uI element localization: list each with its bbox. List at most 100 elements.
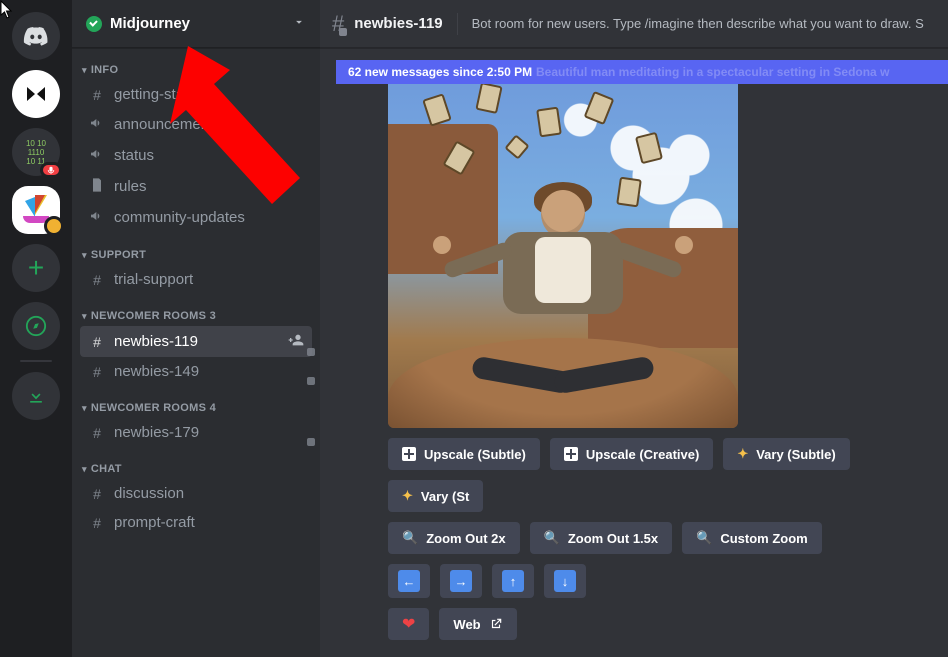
category-header[interactable]: ▾SUPPORT: [80, 233, 312, 265]
download-apps-button[interactable]: [12, 372, 60, 420]
discord-logo-icon: [23, 26, 49, 46]
channel-trial-support[interactable]: #trial-support: [80, 265, 312, 294]
pan-left-button[interactable]: ←: [388, 564, 430, 598]
favorite-button[interactable]: ❤: [388, 608, 429, 640]
channel-discussion[interactable]: #discussion: [80, 479, 312, 508]
vary-st-button[interactable]: ✦ Vary (St: [388, 480, 483, 512]
channel-announcements[interactable]: announcements: [80, 109, 312, 140]
compass-icon: [25, 315, 47, 337]
channel-newbies-179[interactable]: #newbies-179: [80, 418, 312, 447]
action-row-bottom: ❤ Web: [388, 608, 932, 640]
server-rail: 10 10 1110 10 11 +: [0, 0, 72, 657]
create-invite-icon[interactable]: [288, 332, 304, 351]
pan-down-button[interactable]: ↓: [544, 564, 586, 598]
channel-label: getting-started: [114, 86, 304, 103]
grid-icon: [402, 447, 416, 461]
home-server-button[interactable]: [12, 12, 60, 60]
zoom-out-1-5x-button[interactable]: 🔍 Zoom Out 1.5x: [530, 522, 672, 554]
button-label: Upscale (Subtle): [424, 447, 526, 462]
pan-right-button[interactable]: →: [440, 564, 482, 598]
category-label: NEWCOMER ROOMS 4: [91, 402, 216, 414]
new-messages-banner[interactable]: 62 new messages since 2:50 PM Beautiful …: [336, 60, 948, 84]
magnifier-icon: 🔍: [696, 530, 712, 546]
chevron-down-icon: ▾: [82, 403, 87, 414]
hash-icon: #: [88, 486, 106, 502]
external-link-icon: [489, 617, 503, 631]
zoom-out-2x-button[interactable]: 🔍 Zoom Out 2x: [388, 522, 520, 554]
mic-badge-icon: [40, 162, 62, 178]
channel-list[interactable]: ▾INFO#getting-startedannouncementsstatus…: [72, 48, 320, 657]
download-icon: [26, 386, 46, 406]
hash-lock-icon: #: [332, 11, 344, 37]
server-button-1[interactable]: [12, 70, 60, 118]
message-scroll[interactable]: 62 new messages since 2:50 PM Beautiful …: [320, 48, 948, 657]
channel-label: status: [114, 147, 304, 164]
mouse-cursor-icon: [0, 0, 14, 20]
category-header[interactable]: ▾CHAT: [80, 447, 312, 479]
category-label: INFO: [91, 64, 118, 76]
explore-servers-button[interactable]: [12, 302, 60, 350]
server-button-midjourney[interactable]: [12, 186, 60, 234]
arrow-icon: ↓: [554, 570, 576, 592]
channel-title: newbies-119: [354, 15, 442, 32]
custom-zoom-button[interactable]: 🔍Custom Zoom: [682, 522, 822, 554]
rail-separator: [20, 360, 52, 362]
sparkle-icon: ✦: [737, 446, 748, 462]
button-label: Vary (St: [421, 489, 469, 504]
channel-label: community-updates: [114, 209, 304, 226]
channel-newbies-119[interactable]: # newbies-119: [80, 326, 312, 357]
channel-getting-started[interactable]: # getting-started: [80, 80, 312, 109]
action-row-2: 🔍 Zoom Out 2x 🔍 Zoom Out 1.5x 🔍Custom Zoom: [388, 522, 932, 554]
category-label: SUPPORT: [91, 249, 146, 261]
channel-label: newbies-149: [114, 363, 304, 380]
button-label: Zoom Out 2x: [426, 531, 505, 546]
hash-lock-icon: #: [88, 364, 106, 380]
channel-label: newbies-119: [114, 333, 280, 350]
channel-label: prompt-craft: [114, 514, 304, 531]
sparkle-icon: ✦: [402, 488, 413, 504]
channel-rules[interactable]: rules: [80, 171, 312, 202]
channel-topic[interactable]: Bot room for new users. Type /imagine th…: [472, 16, 936, 31]
channel-newbies-149[interactable]: # newbies-149: [80, 357, 312, 386]
action-row-1: Upscale (Subtle) Upscale (Creative) ✦ Vary …: [388, 438, 932, 512]
hash-icon: #: [88, 87, 106, 103]
channel-label: trial-support: [114, 271, 304, 288]
magnifier-icon: 🔍: [544, 530, 560, 546]
channel-label: rules: [114, 178, 304, 195]
channel-prompt-craft[interactable]: #prompt-craft: [80, 508, 312, 537]
sailboat-icon: [21, 195, 51, 225]
channel-header: # newbies-119 Bot room for new users. Ty…: [320, 0, 948, 48]
hash-lock-icon: #: [88, 334, 106, 350]
generated-image[interactable]: [388, 78, 738, 428]
magnifier-icon: 🔍: [402, 530, 418, 546]
chevron-down-icon: ▾: [82, 311, 87, 322]
category-header[interactable]: ▾ NEWCOMER ROOMS 3: [80, 294, 312, 326]
pan-up-button[interactable]: ↑: [492, 564, 534, 598]
web-button[interactable]: Web: [439, 608, 516, 640]
announce-icon: [88, 146, 106, 165]
channel-community-updates[interactable]: community-updates: [80, 202, 312, 233]
category-header[interactable]: ▾ NEWCOMER ROOMS 4: [80, 386, 312, 418]
channel-sidebar: Midjourney ▾INFO#getting-startedannounce…: [72, 0, 320, 657]
server-button-2[interactable]: 10 10 1110 10 11: [12, 128, 60, 176]
bowtie-icon: [24, 82, 48, 106]
button-label: Zoom Out 1.5x: [568, 531, 658, 546]
category-label: NEWCOMER ROOMS 3: [91, 310, 216, 322]
upscale-subtle--button[interactable]: Upscale (Subtle): [388, 438, 540, 470]
server-header[interactable]: Midjourney: [72, 0, 320, 48]
new-messages-text: 62 new messages since 2:50 PM: [348, 65, 532, 79]
header-divider: [457, 13, 458, 35]
button-label: Vary (Subtle): [756, 447, 835, 462]
binary-text: 10 10 1110 10 11: [26, 139, 46, 166]
vary-subtle--button[interactable]: ✦ Vary (Subtle): [723, 438, 849, 470]
chevron-down-icon: ▾: [82, 464, 87, 475]
ghost-prompt-text: Beautiful man meditating in a spectacula…: [536, 65, 940, 79]
add-server-button[interactable]: +: [12, 244, 60, 292]
channel-status[interactable]: status: [80, 140, 312, 171]
server-name: Midjourney: [110, 15, 190, 32]
upscale-creative--button[interactable]: Upscale (Creative): [550, 438, 713, 470]
main-area: # newbies-119 Bot room for new users. Ty…: [320, 0, 948, 657]
rules-icon: [88, 177, 106, 196]
category-header[interactable]: ▾INFO: [80, 48, 312, 80]
arrow-icon: →: [450, 570, 472, 592]
